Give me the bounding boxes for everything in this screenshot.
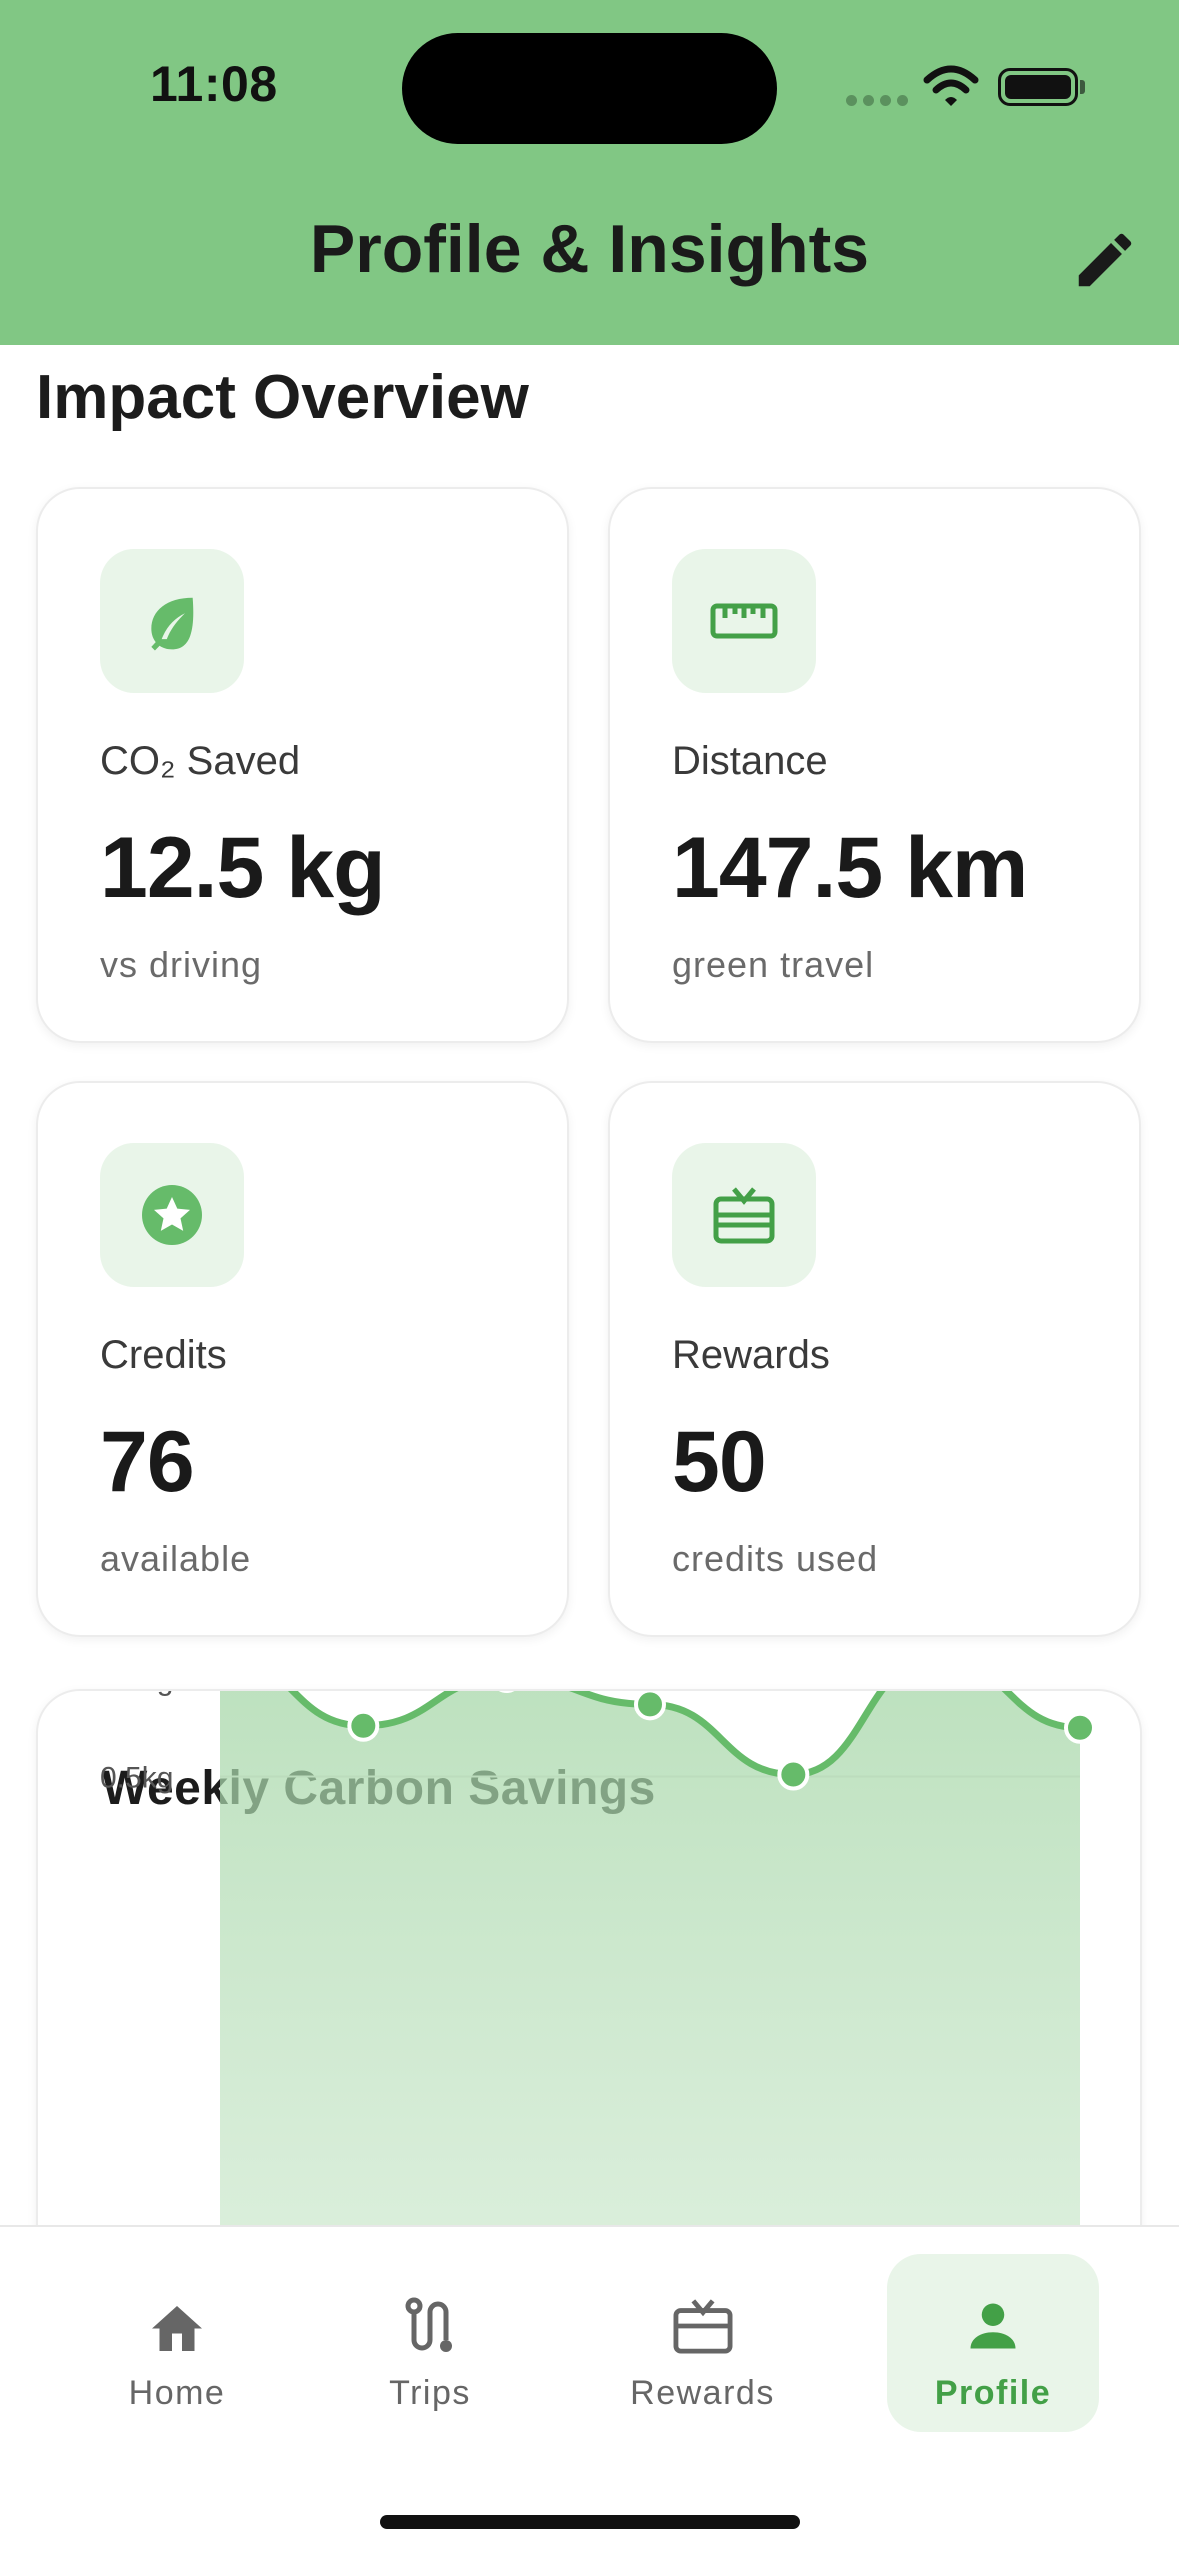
stat-subtext: vs driving: [100, 944, 263, 985]
home-icon: [145, 2294, 209, 2358]
bottom-nav: Home Trips Rewards Profile: [0, 2225, 1179, 2556]
wifi-icon: [923, 65, 979, 106]
battery-icon: [998, 68, 1078, 106]
nav-rewards[interactable]: Rewards: [610, 2254, 795, 2432]
signal-icon: [846, 95, 908, 106]
stat-value: 147.5 km: [672, 820, 1028, 916]
y-tick-label: 0.5kg: [100, 1762, 173, 1795]
page-title: Profile & Insights: [309, 211, 870, 287]
nav-label: Rewards: [630, 2374, 775, 2412]
gift-card-icon: [672, 1143, 816, 1287]
dynamic-island: [402, 33, 777, 144]
nav-label: Trips: [389, 2374, 471, 2412]
nav-home[interactable]: Home: [92, 2254, 262, 2432]
stat-label: CO₂ Saved: [100, 739, 301, 783]
distance-card[interactable]: Distance 147.5 km green travel: [608, 487, 1141, 1043]
nav-label: Profile: [934, 2374, 1052, 2412]
co2-saved-card[interactable]: CO₂ Saved 12.5 kg vs driving: [36, 487, 569, 1043]
stat-subtext: green travel: [672, 944, 875, 985]
nav-label: Home: [128, 2374, 226, 2412]
data-point: [347, 1709, 380, 1742]
nav-profile[interactable]: Profile: [887, 2254, 1099, 2432]
stat-value: 50: [672, 1414, 767, 1510]
ruler-icon: [672, 549, 816, 693]
stat-subtext: available: [100, 1538, 252, 1579]
home-indicator: [380, 2515, 800, 2529]
stat-label: Distance: [672, 739, 828, 783]
stat-label: Credits: [100, 1333, 227, 1377]
status-time: 11:08: [150, 56, 278, 112]
stat-label: Rewards: [672, 1333, 830, 1377]
section-title: Impact Overview: [36, 363, 529, 432]
credits-card[interactable]: Credits 76 available: [36, 1081, 569, 1637]
stat-value: 12.5 kg: [100, 820, 386, 916]
edit-icon[interactable]: [1070, 225, 1140, 295]
y-tick-label: 1.0kg: [100, 1691, 173, 1697]
star-icon: [100, 1143, 244, 1287]
leaf-icon: [100, 549, 244, 693]
app-header: 11:08 Profile & Insights: [0, 0, 1179, 345]
person-icon: [961, 2294, 1025, 2358]
data-point: [777, 1758, 810, 1791]
data-point: [634, 1691, 666, 1721]
stat-value: 76: [100, 1414, 195, 1510]
stat-subtext: credits used: [672, 1538, 879, 1579]
gift-card-icon: [671, 2294, 735, 2358]
data-point: [1064, 1711, 1096, 1744]
route-icon: [398, 2294, 462, 2358]
rewards-card[interactable]: Rewards 50 credits used: [608, 1081, 1141, 1637]
nav-trips[interactable]: Trips: [345, 2254, 515, 2432]
